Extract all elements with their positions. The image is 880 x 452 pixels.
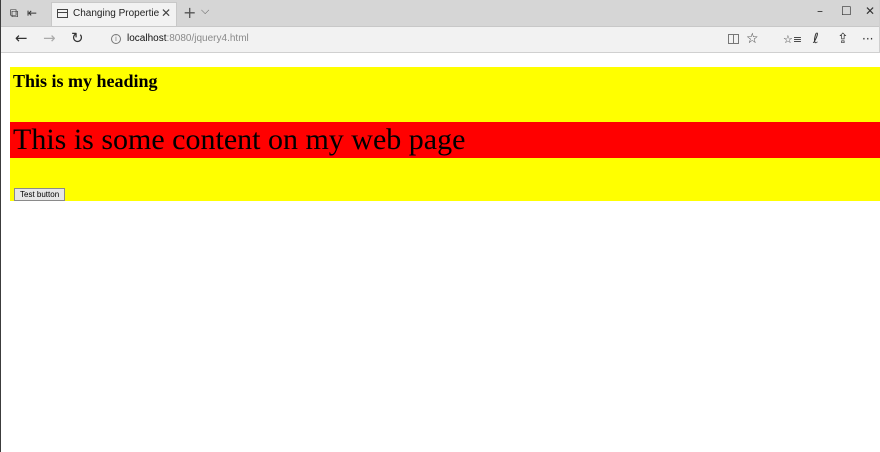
site-info-icon[interactable]: i xyxy=(111,34,121,44)
test-button[interactable]: Test button xyxy=(14,188,66,201)
minimize-icon[interactable]: – xyxy=(817,4,823,18)
close-tab-icon[interactable]: ✕ xyxy=(161,6,171,20)
navigation-bar: ← → ↻ i localhost:8080/jquery4.html ☆ ☆≡… xyxy=(1,27,879,53)
favorites-hub-icon[interactable]: ☆≡ xyxy=(783,33,802,46)
new-tab-icon[interactable]: + xyxy=(183,3,196,22)
more-icon[interactable]: ··· xyxy=(862,32,873,46)
page-favicon-icon xyxy=(57,9,68,18)
content-paragraph: This is some content on my web page xyxy=(10,122,880,158)
favorite-star-icon[interactable]: ☆ xyxy=(746,31,759,47)
chevron-down-icon[interactable]: ⌵ xyxy=(201,4,209,18)
reading-view-icon[interactable] xyxy=(728,34,739,44)
yellow-container: This is my heading This is some content … xyxy=(10,67,880,201)
tab-active[interactable]: Changing Properties wit ✕ xyxy=(51,2,177,26)
tab-strip: ⧉ ⇤ Changing Properties wit ✕ + ⌵ – ☐ ✕ xyxy=(1,0,879,27)
forward-icon[interactable]: → xyxy=(43,30,56,47)
browser-window: ⧉ ⇤ Changing Properties wit ✕ + ⌵ – ☐ ✕ … xyxy=(0,0,880,452)
tab-title: Changing Properties wit xyxy=(73,8,159,19)
address-path: :8080/jquery4.html xyxy=(166,33,249,44)
tab-preview-icon[interactable]: ⧉ xyxy=(7,6,21,20)
page-heading: This is my heading xyxy=(13,71,158,91)
close-window-icon[interactable]: ✕ xyxy=(865,4,875,18)
pen-icon[interactable]: ℓ xyxy=(813,31,819,47)
set-tabs-aside-icon[interactable]: ⇤ xyxy=(25,6,39,20)
address-host: localhost xyxy=(127,33,167,44)
share-icon[interactable]: ⇪ xyxy=(837,31,849,47)
maximize-icon[interactable]: ☐ xyxy=(841,4,852,18)
back-icon[interactable]: ← xyxy=(15,30,28,47)
address-bar[interactable]: localhost:8080/jquery4.html xyxy=(127,33,249,44)
refresh-icon[interactable]: ↻ xyxy=(71,30,84,47)
page-viewport: This is my heading This is some content … xyxy=(2,53,880,452)
